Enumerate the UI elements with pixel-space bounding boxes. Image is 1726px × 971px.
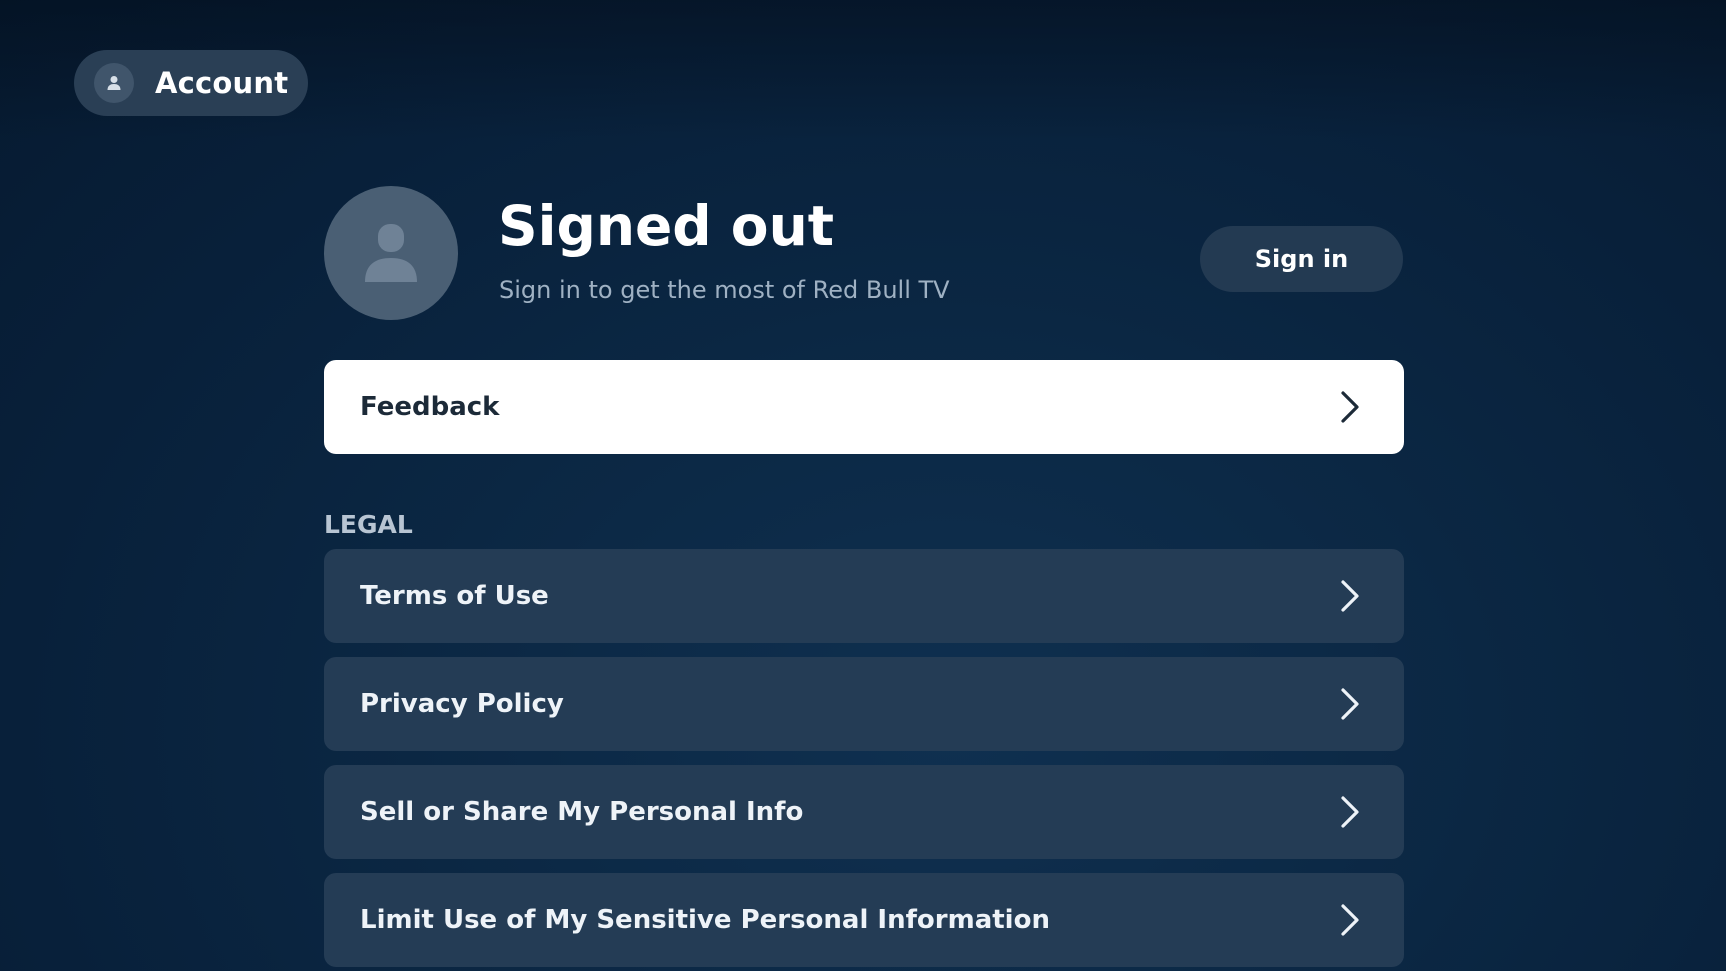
legal-item-label: Sell or Share My Personal Info [360, 797, 804, 827]
feedback-label: Feedback [360, 392, 500, 422]
chevron-right-icon [1336, 686, 1364, 722]
chevron-right-icon [1336, 578, 1364, 614]
legal-item-label: Limit Use of My Sensitive Personal Infor… [360, 905, 1050, 935]
user-icon [94, 63, 134, 103]
chevron-right-icon [1336, 389, 1364, 425]
signed-out-title: Signed out [498, 194, 835, 258]
legal-item-label: Terms of Use [360, 581, 549, 611]
legal-item-limit-sensitive-info[interactable]: Limit Use of My Sensitive Personal Infor… [324, 873, 1404, 967]
sign-in-button[interactable]: Sign in [1200, 226, 1403, 292]
legal-section-heading: LEGAL [324, 510, 413, 539]
legal-item-privacy-policy[interactable]: Privacy Policy [324, 657, 1404, 751]
chevron-right-icon [1336, 794, 1364, 830]
account-menu-button[interactable]: Account [74, 50, 308, 116]
user-silhouette-icon [324, 186, 458, 320]
feedback-row[interactable]: Feedback [324, 360, 1404, 454]
legal-item-sell-or-share[interactable]: Sell or Share My Personal Info [324, 765, 1404, 859]
chevron-right-icon [1336, 902, 1364, 938]
signed-out-subtitle: Sign in to get the most of Red Bull TV [499, 276, 950, 304]
account-label: Account [155, 66, 289, 100]
legal-item-label: Privacy Policy [360, 689, 564, 719]
legal-item-terms-of-use[interactable]: Terms of Use [324, 549, 1404, 643]
